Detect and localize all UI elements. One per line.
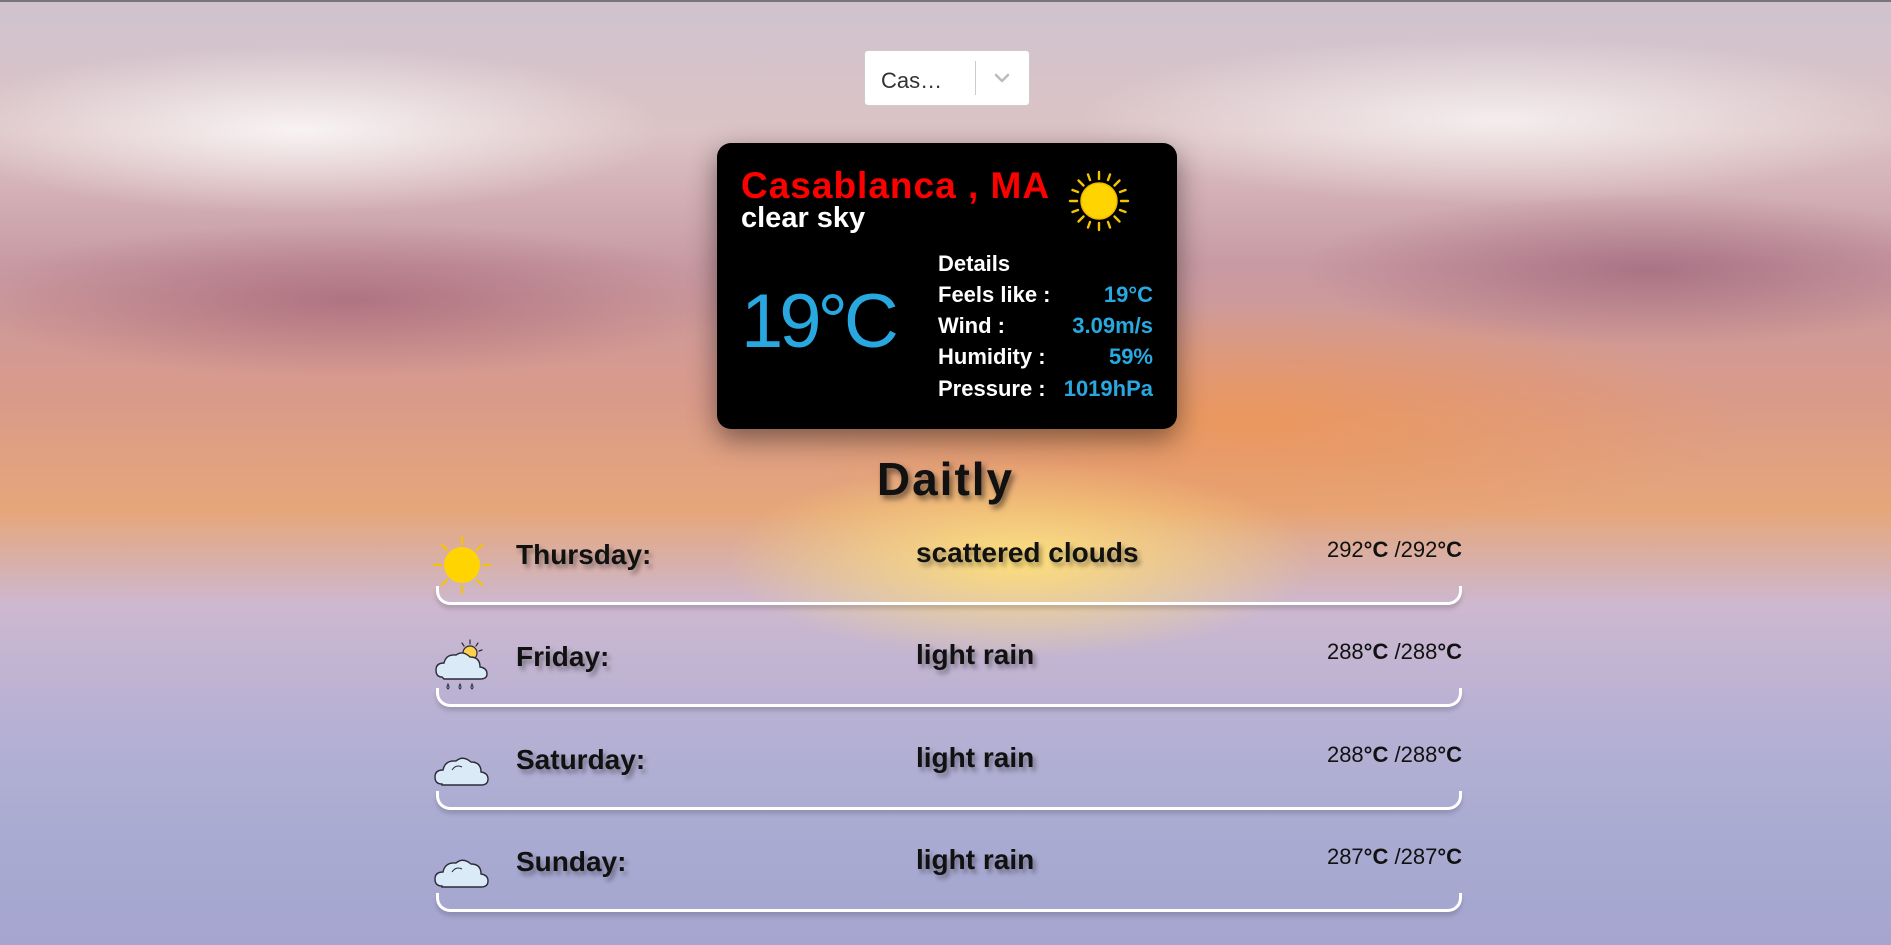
temp-unit: °C <box>1437 639 1462 664</box>
city-select[interactable]: Cas… <box>864 50 1030 106</box>
top-border <box>0 0 1891 2</box>
daily-row: Saturday: light rain 288°C /288°C <box>432 730 1462 810</box>
detail-value: 3.09m/s <box>1072 313 1153 338</box>
row-divider <box>436 586 1462 605</box>
day-name: Thursday: <box>516 539 652 570</box>
temp-min: 288 <box>1326 639 1364 664</box>
day-name: Saturday: <box>516 744 646 775</box>
city-name: Casablanca , MA <box>741 165 1051 206</box>
day-condition: light rain <box>916 742 1035 773</box>
temp-min: 292 <box>1326 537 1364 562</box>
detail-label: Feels like : <box>938 282 1051 307</box>
detail-feels-like: Feels like : 19°C <box>938 282 1153 312</box>
detail-label: Pressure : <box>938 376 1046 401</box>
day-condition: scattered clouds <box>916 537 1139 568</box>
temp-unit: °C <box>1363 844 1389 869</box>
temp-max: 287 <box>1400 844 1438 869</box>
detail-value: 19°C <box>1103 282 1153 307</box>
temp-unit: °C <box>1363 537 1389 562</box>
detail-humidity: Humidity : 59% <box>938 344 1153 374</box>
row-divider <box>436 791 1462 810</box>
temp-max: 288 <box>1400 639 1438 664</box>
detail-label: Humidity : <box>938 344 1046 369</box>
day-condition: light rain <box>916 844 1035 875</box>
temp-min: 288 <box>1326 742 1364 767</box>
daily-row: Thursday: scattered clouds 292°C /292°C <box>432 525 1462 605</box>
details-title: Details <box>938 251 1011 276</box>
temp-max: 292 <box>1400 537 1438 562</box>
temp-unit: °C <box>1437 742 1462 767</box>
daily-row: Sunday: light rain 287°C /287°C <box>432 832 1462 912</box>
day-name: Sunday: <box>516 846 627 877</box>
row-divider <box>436 688 1462 707</box>
temp-max: 288 <box>1400 742 1438 767</box>
detail-label: Wind : <box>938 313 1005 338</box>
temp-min: 287 <box>1326 844 1364 869</box>
day-temp-range: 287°C /287°C <box>1326 844 1462 869</box>
detail-pressure: Pressure : 1019hPa <box>938 376 1153 406</box>
temp-unit: °C <box>1363 742 1389 767</box>
city-select-value: Cas… <box>881 68 943 93</box>
temp-unit: °C <box>1437 844 1462 869</box>
select-separator <box>975 61 976 95</box>
current-temperature: 19°C <box>741 279 899 364</box>
sun-icon <box>1068 170 1130 232</box>
weather-description: clear sky <box>741 202 866 234</box>
detail-value: 59% <box>1108 344 1153 369</box>
day-name: Friday: <box>516 641 610 672</box>
temp-unit: °C <box>1437 537 1462 562</box>
daily-heading: Daitly <box>876 453 1015 505</box>
day-condition: light rain <box>916 639 1035 670</box>
detail-wind: Wind : 3.09m/s <box>938 313 1153 343</box>
row-divider <box>436 893 1462 912</box>
detail-value: 1019hPa <box>1063 376 1153 401</box>
day-temp-range: 288°C /288°C <box>1326 639 1462 664</box>
day-temp-range: 292°C /292°C <box>1326 537 1462 562</box>
temp-unit: °C <box>1363 639 1389 664</box>
current-weather-card: Casablanca , MA clear sky 19°C Details F… <box>717 143 1177 429</box>
daily-row: Friday: light rain 288°C /288°C <box>432 627 1462 707</box>
chevron-down-icon[interactable] <box>987 63 1017 93</box>
day-temp-range: 288°C /288°C <box>1326 742 1462 767</box>
